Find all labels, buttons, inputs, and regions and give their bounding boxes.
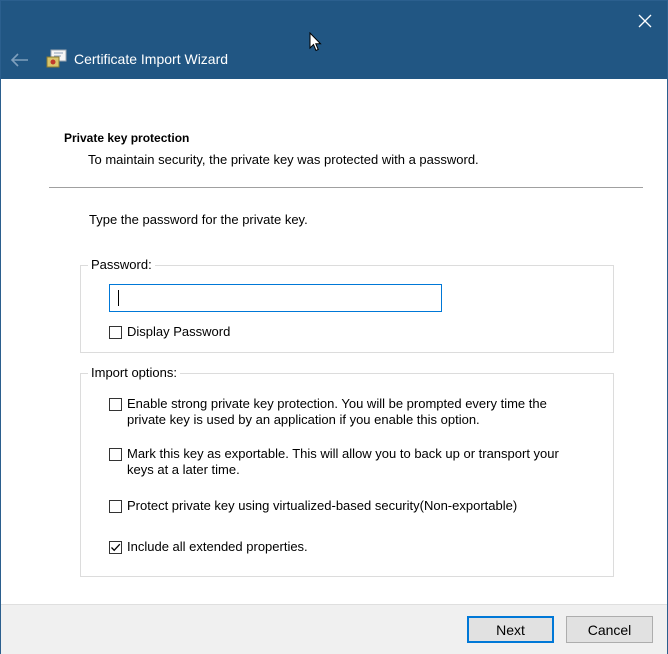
display-password-checkbox[interactable] (109, 326, 122, 339)
page-description: To maintain security, the private key wa… (88, 152, 479, 167)
header-divider (49, 187, 643, 188)
wizard-footer: Next Cancel (1, 604, 667, 654)
password-group: Password: Display Password (80, 257, 614, 353)
strong-protection-label: Enable strong private key protection. Yo… (127, 396, 547, 427)
mouse-pointer-icon (309, 32, 322, 52)
wizard-title: Certificate Import Wizard (74, 51, 229, 67)
text-caret (118, 290, 119, 306)
extended-properties-option[interactable]: Include all extended properties. (109, 539, 589, 555)
checkmark-icon (111, 543, 121, 552)
cancel-button[interactable]: Cancel (566, 616, 653, 643)
extended-properties-checkbox[interactable] (109, 541, 122, 554)
back-arrow-icon (11, 53, 28, 67)
password-group-legend: Password: (88, 257, 155, 272)
extended-properties-label: Include all extended properties. (127, 539, 308, 554)
next-button[interactable]: Next (467, 616, 554, 643)
password-input[interactable] (109, 284, 442, 312)
close-icon (638, 14, 652, 28)
exportable-checkbox[interactable] (109, 448, 122, 461)
strong-protection-option[interactable]: Enable strong private key protection. Yo… (109, 396, 589, 428)
import-options-group: Import options: Enable strong private ke… (80, 365, 614, 577)
title-bar (1, 1, 667, 41)
import-options-legend: Import options: (88, 365, 180, 380)
virtualized-security-option[interactable]: Protect private key using virtualized-ba… (109, 498, 589, 514)
display-password-option[interactable]: Display Password (109, 324, 589, 340)
strong-protection-checkbox[interactable] (109, 398, 122, 411)
exportable-option[interactable]: Mark this key as exportable. This will a… (109, 446, 589, 478)
wizard-window: Certificate Import Wizard Private key pr… (0, 0, 668, 654)
virtualized-security-checkbox[interactable] (109, 500, 122, 513)
exportable-label: Mark this key as exportable. This will a… (127, 446, 559, 477)
virtualized-security-label: Protect private key using virtualized-ba… (127, 498, 518, 513)
close-button[interactable] (633, 9, 657, 33)
password-instruction: Type the password for the private key. (89, 212, 308, 227)
certificate-icon (46, 49, 67, 68)
display-password-label: Display Password (127, 324, 231, 339)
back-button[interactable] (9, 50, 31, 70)
wizard-header: Certificate Import Wizard (1, 41, 667, 79)
page-heading: Private key protection (64, 131, 190, 145)
